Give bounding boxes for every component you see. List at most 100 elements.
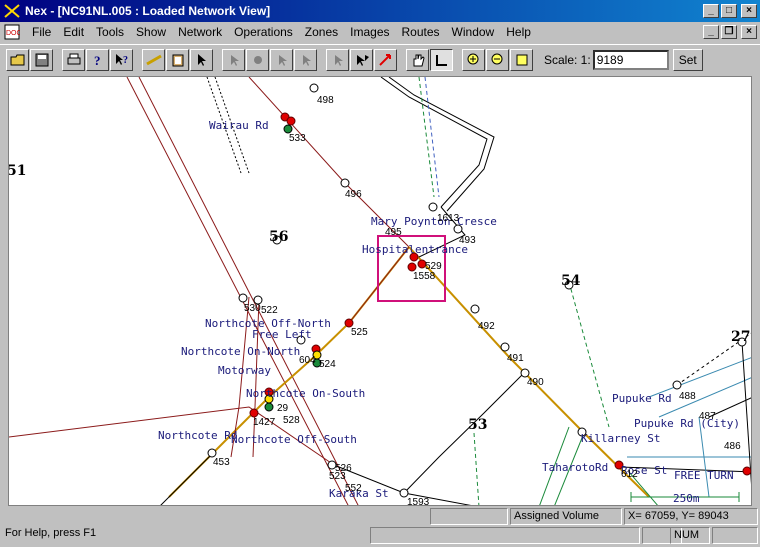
zone-label: 27 (731, 329, 750, 345)
street-label: Northcote On-North (181, 345, 300, 358)
child-close-button[interactable]: × (741, 25, 757, 39)
menu-routes[interactable]: Routes (396, 25, 446, 39)
node-label: 491 (507, 353, 524, 364)
zoom-out-icon[interactable] (486, 48, 509, 71)
menu-images[interactable]: Images (344, 25, 395, 39)
street-label: Hospitalentrance (362, 243, 468, 256)
red-arrow-icon[interactable] (374, 48, 397, 71)
status-bar: Assigned Volume X= 67059, Y= 89043 For H… (0, 508, 760, 547)
menu-show[interactable]: Show (130, 25, 172, 39)
node-label: 493 (459, 235, 476, 246)
street-label: Pupuke Rd (612, 392, 672, 405)
child-restore-button[interactable]: ❐ (721, 25, 737, 39)
menu-bar: DOC File Edit Tools Show Network Operati… (0, 22, 760, 42)
node-label: 29 (277, 403, 289, 414)
node-arrow-icon[interactable] (270, 48, 293, 71)
zone-label: 56 (269, 229, 288, 245)
menu-edit[interactable]: Edit (57, 25, 90, 39)
help-icon[interactable]: ? (86, 48, 109, 71)
menu-operations[interactable]: Operations (228, 25, 299, 39)
status-num-lock: NUM (670, 527, 710, 544)
scale-bar-label: 250m (673, 492, 700, 505)
node-label: 492 (478, 321, 495, 332)
street-label: Killarney St (581, 432, 660, 445)
svg-text:DOC: DOC (6, 30, 20, 37)
status-empty-cell (370, 527, 640, 544)
menu-help[interactable]: Help (500, 25, 537, 39)
zone-label: 54 (561, 273, 581, 289)
child-minimize-button[interactable]: _ (703, 25, 719, 39)
toolbar: ? ? Scale: 1: 9189 Set (0, 44, 760, 74)
node-label: 1427 (253, 417, 276, 428)
status-empty-cell (430, 508, 508, 525)
node-label: 522 (261, 305, 278, 316)
map-canvas[interactable]: Wairau Rd Mary Poynton Cresce Hospitalen… (9, 77, 752, 506)
node-label: 495 (385, 227, 402, 238)
network-map[interactable]: Wairau Rd Mary Poynton Cresce Hospitalen… (8, 76, 752, 506)
node-label: 525 (351, 327, 368, 338)
status-empty-cell (712, 527, 758, 544)
scale-label: Scale: 1: (544, 52, 591, 67)
street-label: Northcote Rd (158, 429, 237, 442)
node-label: 524 (319, 359, 336, 370)
street-label: Motorway (218, 364, 271, 377)
hand-pan-icon[interactable] (406, 48, 429, 71)
menu-window[interactable]: Window (446, 25, 501, 39)
corner-select-icon[interactable] (430, 48, 453, 71)
node-label: 496 (345, 189, 362, 200)
node-label: 552 (345, 483, 362, 494)
window-title: Nex - [NC91NL.005 : Loaded Network View] (25, 4, 271, 18)
zoom-in-icon[interactable] (462, 48, 485, 71)
node-label: 523 (329, 471, 346, 482)
context-help-icon[interactable]: ? (110, 48, 133, 71)
maximize-button[interactable]: □ (721, 4, 737, 18)
add-node-icon[interactable] (222, 48, 245, 71)
status-help-text: For Help, press F1 (5, 527, 97, 539)
zone-label: 51 (9, 163, 26, 179)
save-disk-icon[interactable] (30, 48, 53, 71)
node-label: 1558 (413, 271, 436, 282)
street-label: Northcote On-South (246, 387, 365, 400)
street-label: Pupuke Rd (City) (634, 417, 740, 430)
street-label: Northcote Off-South (231, 433, 357, 446)
minimize-button[interactable]: _ (703, 4, 719, 18)
node-label: 604 (299, 355, 316, 366)
node-label: 498 (317, 95, 334, 106)
node-label: 528 (283, 415, 300, 426)
node-label: 533 (289, 133, 306, 144)
print-icon[interactable] (62, 48, 85, 71)
select-arrow-icon[interactable] (190, 48, 213, 71)
menu-network[interactable]: Network (172, 25, 228, 39)
node-label: 1613 (437, 213, 460, 224)
svg-text:?: ? (123, 55, 128, 66)
street-label: Free Left (252, 328, 312, 341)
menu-tools[interactable]: Tools (90, 25, 130, 39)
zone-label: 53 (468, 417, 487, 433)
open-folder-icon[interactable] (6, 48, 29, 71)
menu-zones[interactable]: Zones (299, 25, 344, 39)
close-button[interactable]: × (741, 4, 757, 18)
status-mode: Assigned Volume (510, 508, 622, 525)
set-scale-button[interactable]: Set (672, 48, 703, 71)
street-label: TaharotoRd (542, 461, 608, 474)
flag-arrow-icon[interactable] (350, 48, 373, 71)
link-arrow-icon[interactable] (294, 48, 317, 71)
node-label: 487 (699, 411, 716, 422)
title-bar: Nex - [NC91NL.005 : Loaded Network View]… (0, 0, 760, 22)
svg-text:?: ? (94, 53, 101, 67)
document-icon[interactable]: DOC (4, 24, 20, 40)
move-node-icon[interactable] (246, 48, 269, 71)
app-logo-icon (4, 4, 20, 18)
scale-input[interactable]: 9189 (592, 49, 669, 70)
clipboard-icon[interactable] (166, 48, 189, 71)
node-label: 1593 (407, 497, 430, 506)
node-label: 612 (621, 469, 638, 480)
measure-ruler-icon[interactable] (142, 48, 165, 71)
menu-file[interactable]: File (26, 25, 57, 39)
street-label: Wairau Rd (209, 119, 269, 132)
zoom-extent-icon[interactable] (510, 48, 533, 71)
node-label: 486 (724, 441, 741, 452)
node-label: 530 (244, 303, 261, 314)
node-label: 453 (213, 457, 230, 468)
link-select-icon[interactable] (326, 48, 349, 71)
